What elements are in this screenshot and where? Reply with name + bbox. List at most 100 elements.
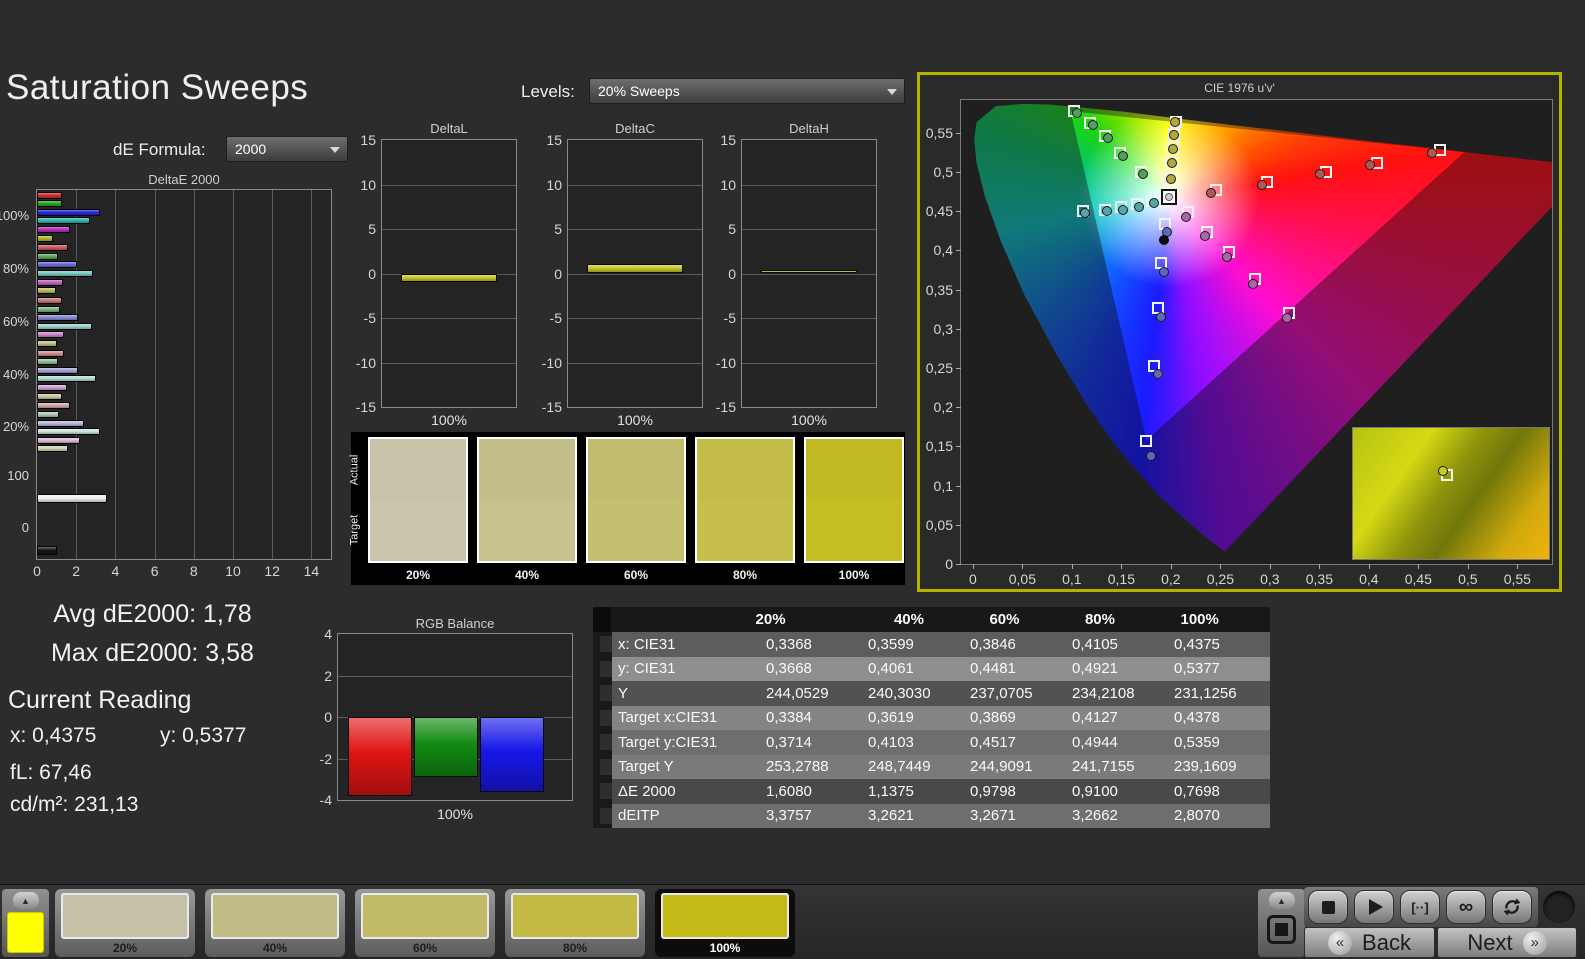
x-tick-label: 6: [150, 563, 159, 579]
y-tick-mark: [956, 211, 961, 213]
deltac-chart: 15 10 5 0 -5 -10 -15: [542, 132, 703, 415]
stop-button[interactable]: [1308, 890, 1348, 924]
actual-axis-label: Actual: [348, 454, 361, 486]
loop-infinite-button[interactable]: ∞: [1446, 890, 1486, 924]
table-cell: 0,3668: [766, 660, 812, 678]
table-cell: 0,4517: [970, 733, 1016, 751]
table-header-corner: [593, 607, 612, 632]
y-tick-label: -10: [541, 354, 562, 371]
next-button[interactable]: Next »: [1437, 927, 1577, 958]
expand-up-button[interactable]: ▲: [12, 892, 39, 909]
y-tick-label: -10: [355, 354, 376, 371]
rgb-balance-chart: 4 2 0 -2 -4: [320, 626, 573, 808]
sweep-button-20%[interactable]: 20%: [55, 889, 195, 957]
table-cell: 239,1609: [1174, 758, 1237, 776]
table-cell: 0,4103: [868, 733, 914, 751]
de-formula-dropdown[interactable]: 2000: [226, 136, 348, 162]
sweep-swatch: [511, 893, 639, 939]
status-light: [1543, 891, 1575, 923]
y-tick-label: 0,5: [933, 164, 953, 181]
gridline: [382, 229, 516, 230]
row-label: x: CIE31: [618, 635, 676, 653]
row-handle-square: [600, 758, 612, 775]
actual-target-swatch-strip: Actual Target 20% 40% 60% 80% 100%: [348, 432, 905, 585]
table-cell: 0,9100: [1072, 782, 1118, 800]
gridline: [193, 190, 195, 559]
row-label: Y: [618, 684, 629, 702]
chevron-left-icon: «: [1328, 930, 1353, 955]
table-cell: 0,9798: [970, 782, 1016, 800]
sweep-button-60%[interactable]: 60%: [355, 889, 495, 957]
gridline: [568, 318, 702, 319]
cie-chart-title: CIE 1976 u'v': [1204, 81, 1275, 95]
up-arrow-icon: ▲: [21, 895, 30, 906]
table-cell: 253,2788: [766, 758, 829, 776]
bar: [37, 493, 107, 503]
rgb-bar-green: [414, 717, 478, 778]
sweep-button-40%[interactable]: 40%: [205, 889, 345, 957]
play-button[interactable]: [1354, 890, 1394, 924]
y-tick-label: 5: [554, 221, 562, 237]
x-tick-mark: [1319, 564, 1321, 569]
bar: [37, 384, 68, 392]
bar: [37, 339, 57, 347]
measured-dot-green: [1071, 108, 1082, 119]
table-cell: 0,3368: [766, 635, 812, 653]
y-tick-label: 0,45: [925, 203, 953, 220]
patch-mini-panel: ▲: [2, 889, 49, 957]
y-tick-label: 2: [324, 667, 332, 684]
table-cell: 3,3757: [766, 807, 812, 825]
y-tick-mark: [956, 172, 961, 174]
table-header-row: 20% 40% 60% 80% 100%: [593, 607, 1270, 632]
next-button-label: Next: [1467, 929, 1513, 955]
gridline: [742, 184, 876, 186]
measured-dot-blue: [1158, 266, 1169, 277]
x-tick-label: 0,1: [1062, 571, 1082, 587]
x-tick-label: 2: [72, 563, 81, 579]
swatch-label: 60%: [623, 568, 649, 582]
bar: [37, 428, 100, 436]
refresh-button[interactable]: [1492, 890, 1532, 924]
measured-dot-magenta: [1180, 211, 1191, 222]
y-tick-label: 0: [728, 265, 736, 282]
y-tick-label: 0: [368, 265, 376, 282]
table-cell: 0,3846: [970, 635, 1016, 653]
table-row: y: CIE31 0,3668 0,4061 0,4481 0,4921 0,5377: [593, 656, 1270, 681]
bar: [37, 296, 63, 304]
back-button[interactable]: « Back: [1304, 927, 1435, 958]
table-cell: 0,4481: [970, 660, 1016, 678]
x-tick-label: 0,2: [1161, 571, 1181, 587]
x-tick-mark: [1517, 564, 1519, 569]
row-handle: [593, 656, 612, 681]
gridline: [742, 318, 876, 319]
y-tick-label: -10: [715, 354, 736, 371]
gridline: [568, 362, 702, 364]
de-formula-label: dE Formula:: [113, 140, 206, 159]
y-tick-mark: [956, 132, 961, 134]
white-point-target: [1160, 189, 1177, 206]
measured-dot-red: [1315, 169, 1326, 180]
table-cell: 0,3869: [970, 709, 1016, 727]
up-arrow-icon: ▲: [1277, 895, 1286, 906]
sweep-button-100%[interactable]: 100%: [655, 889, 795, 957]
table-cell: 244,0529: [766, 684, 829, 702]
row-handle-square: [600, 783, 612, 800]
levels-dropdown[interactable]: 20% Sweeps: [589, 78, 905, 104]
table-row: Target Y 253,2788 248,7449 244,9091 241,7155…: [593, 754, 1270, 779]
swatch-label: 20%: [405, 568, 431, 582]
back-button-label: Back: [1362, 929, 1411, 955]
expand-up-button[interactable]: ▲: [1268, 892, 1295, 909]
marker-button[interactable]: [··]: [1400, 890, 1440, 924]
measured-dot-magenta: [1199, 231, 1210, 242]
bar: [37, 234, 53, 242]
measured-dot-red: [1206, 188, 1217, 199]
bar: [37, 410, 59, 418]
chevron-down-icon: [887, 89, 897, 95]
sweep-button-80%[interactable]: 80%: [505, 889, 645, 957]
group-label: 40%: [2, 366, 29, 382]
gridline: [742, 229, 876, 230]
pattern-window-button[interactable]: [1267, 915, 1296, 944]
measured-dot-blue: [1146, 450, 1157, 461]
x-tick-label: 0,45: [1404, 571, 1432, 587]
measured-dot-green: [1118, 150, 1129, 161]
